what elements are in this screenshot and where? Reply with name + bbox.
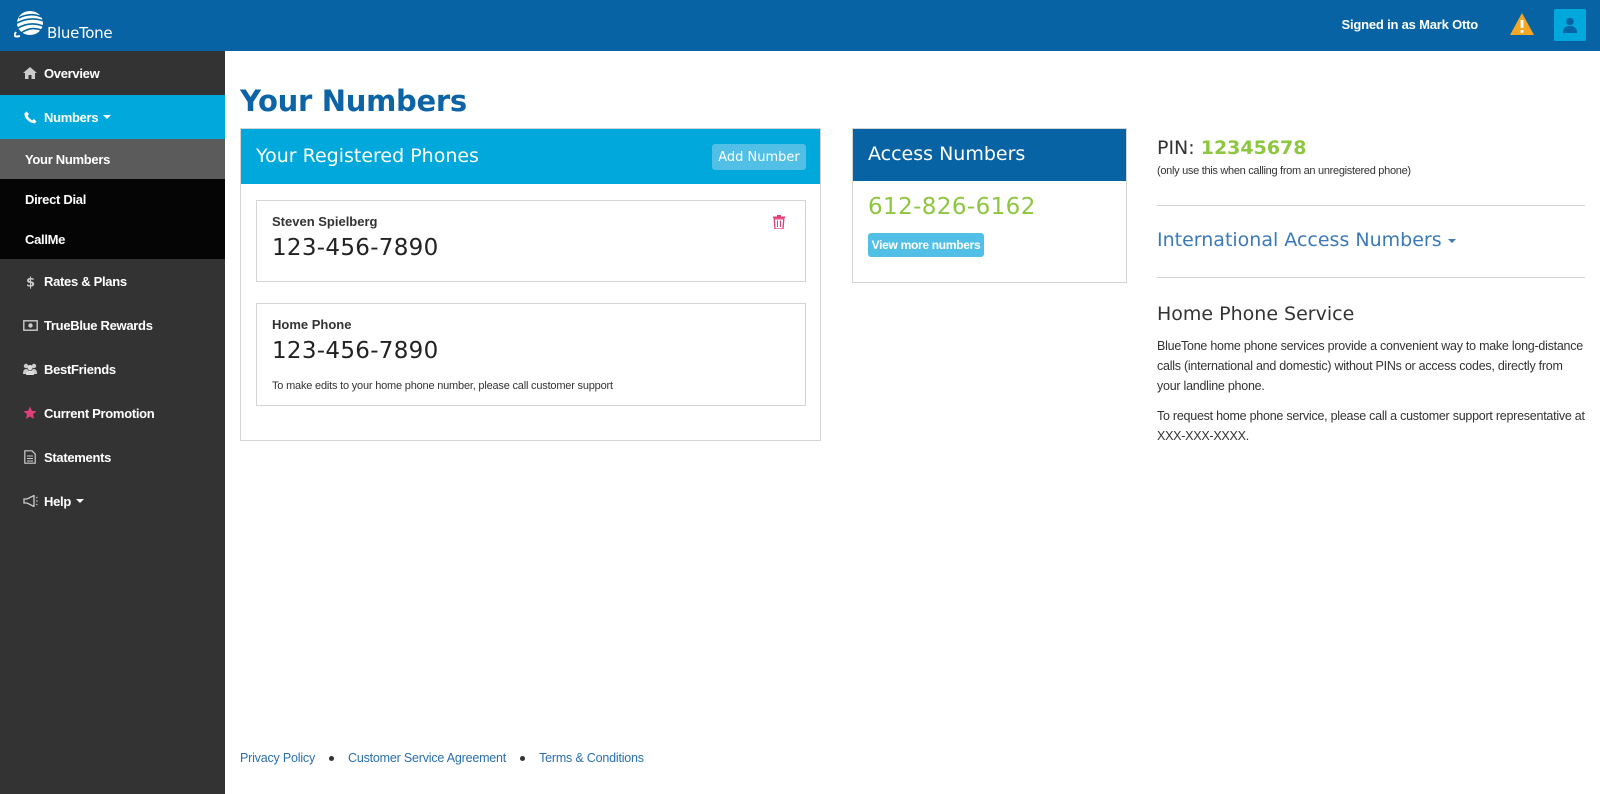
top-navbar: BlueTone Signed in as Mark Otto [0, 0, 1600, 51]
sidebar-item-label: Overview [44, 65, 100, 81]
separator-dot [520, 755, 526, 761]
international-access-label: International Access Numbers [1157, 229, 1442, 251]
add-number-button[interactable]: Add Number [712, 144, 806, 170]
phone-note: To make edits to your home phone number,… [272, 380, 613, 392]
page-title: Your Numbers [240, 84, 467, 118]
money-icon [22, 317, 38, 333]
privacy-policy-link[interactable]: Privacy Policy [240, 751, 315, 765]
pin-value: 12345678 [1200, 137, 1307, 159]
home-service-description: BlueTone home phone services provide a c… [1157, 339, 1583, 393]
brand-name: BlueTone [47, 24, 113, 42]
sidebar-item-trueblue-rewards[interactable]: TrueBlue Rewards [0, 303, 225, 347]
sidebar-item-label: Help [44, 493, 71, 509]
dollar-icon: $ [22, 273, 38, 289]
sidebar-subitem-your-numbers[interactable]: Your Numbers [0, 139, 225, 179]
registered-phones-header: Your Registered Phones Add Number [241, 129, 820, 184]
sidebar-subitem-direct-dial[interactable]: Direct Dial [0, 179, 225, 219]
phone-number: 123-456-7890 [272, 338, 439, 364]
registered-phones-panel: Your Registered Phones Add Number Steven… [240, 128, 821, 441]
phone-icon [22, 109, 38, 125]
sidebar-item-label: Numbers [44, 109, 99, 125]
group-icon [22, 361, 38, 377]
separator-dot [329, 755, 334, 761]
sidebar: Overview Numbers Your Numbers Direct Dia… [0, 51, 225, 794]
svg-text:$: $ [26, 275, 35, 289]
sidebar-item-bestfriends[interactable]: BestFriends [0, 347, 225, 391]
home-icon [22, 65, 38, 81]
sidebar-subitem-callme[interactable]: CallMe [0, 219, 225, 259]
footer: Privacy Policy Customer Service Agreemen… [240, 751, 644, 765]
trash-icon[interactable] [773, 215, 785, 229]
signed-in-text: Signed in as Mark Otto [1341, 17, 1479, 32]
customer-service-agreement-link[interactable]: Customer Service Agreement [348, 751, 506, 765]
access-numbers-header: Access Numbers [853, 129, 1126, 181]
star-icon [22, 405, 38, 421]
terms-conditions-link[interactable]: Terms & Conditions [539, 751, 644, 765]
sidebar-item-overview[interactable]: Overview [0, 51, 225, 95]
view-more-numbers-button[interactable]: View more numbers [868, 233, 984, 257]
home-service-request: To request home phone service, please ca… [1157, 409, 1585, 443]
chevron-down-icon [75, 499, 84, 503]
sidebar-item-help[interactable]: Help [0, 479, 225, 523]
home-service-title: Home Phone Service [1157, 303, 1355, 325]
divider [1157, 277, 1585, 278]
phone-card: Home Phone 123-456-7890 To make edits to… [256, 303, 806, 406]
sidebar-item-label: TrueBlue Rewards [44, 317, 153, 333]
globe-logo-icon [14, 11, 45, 38]
sidebar-item-statements[interactable]: Statements [0, 435, 225, 479]
access-numbers-panel: Access Numbers 612-826-6162 View more nu… [852, 128, 1127, 283]
phone-card: Steven Spielberg 123-456-7890 [256, 200, 806, 282]
megaphone-icon [22, 493, 38, 509]
access-numbers-title: Access Numbers [868, 143, 1026, 165]
sidebar-item-label: Statements [44, 449, 112, 465]
sidebar-item-rates-plans[interactable]: $ Rates & Plans [0, 259, 225, 303]
pin-line: PIN: 12345678 [1157, 137, 1307, 159]
phone-name: Steven Spielberg [272, 214, 378, 229]
registered-phones-title: Your Registered Phones [256, 145, 479, 167]
chevron-down-icon [103, 115, 112, 119]
international-access-dropdown[interactable]: International Access Numbers [1157, 229, 1456, 251]
warning-icon[interactable] [1509, 12, 1535, 36]
access-number: 612-826-6162 [868, 194, 1036, 220]
sidebar-item-label: Rates & Plans [44, 273, 127, 289]
sidebar-item-label: BestFriends [44, 361, 116, 377]
chevron-down-icon [1447, 238, 1456, 243]
user-menu-button[interactable] [1554, 9, 1586, 41]
pin-note: (only use this when calling from an unre… [1157, 165, 1411, 177]
pin-label: PIN: [1157, 137, 1195, 159]
sidebar-item-current-promotion[interactable]: Current Promotion [0, 391, 225, 435]
sidebar-item-numbers[interactable]: Numbers [0, 95, 225, 139]
sidebar-item-label: Current Promotion [44, 405, 155, 421]
document-icon [22, 449, 38, 465]
user-icon [1563, 17, 1577, 33]
phone-name: Home Phone [272, 317, 352, 332]
phone-number: 123-456-7890 [272, 235, 439, 261]
divider [1157, 205, 1585, 206]
